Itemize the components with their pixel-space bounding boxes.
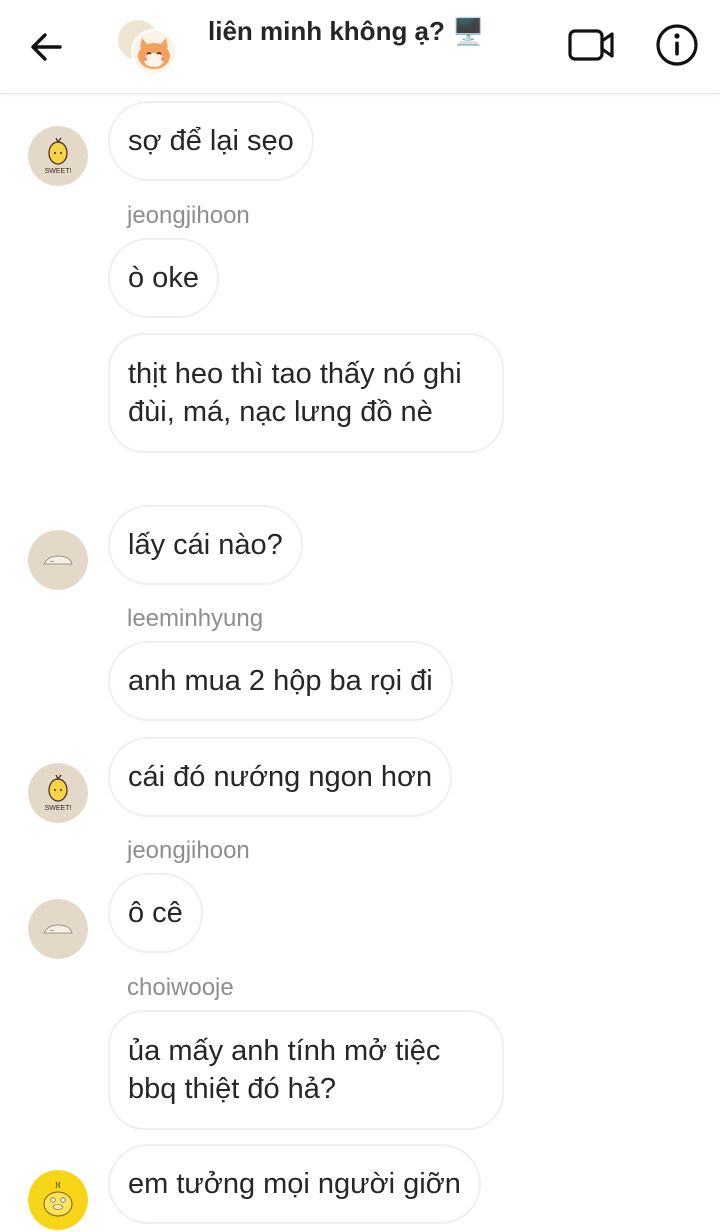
message-bubble[interactable]: anh mua 2 hộp ba rọi đi [108,641,453,721]
group-avatar[interactable] [114,14,178,78]
message-bubble[interactable]: sợ để lại sẹo [108,101,314,181]
chat-header: liên minh không ạ? 🖥️ [0,0,720,94]
message-text: lấy cái nào? [128,529,283,561]
info-button[interactable] [654,22,700,68]
arrow-left-icon [31,33,62,61]
message-bubble[interactable]: ò oke [108,238,219,318]
sweet-label: SWEET! [45,168,72,175]
avatar-sleeping-cat[interactable] [28,530,88,590]
avatar-yellow-duck[interactable] [28,1170,88,1230]
message-text: cái đó nướng ngon hơn [128,761,433,793]
message-bubble[interactable]: lấy cái nào? [108,505,303,585]
chat-title[interactable]: liên minh không ạ? 🖥️ [208,16,485,47]
message-text: thịt heo thì tao thấy nó ghi đùi, má, nạ… [128,358,462,428]
video-camera-icon [568,29,614,61]
message-text: ủa mấy anh tính mở tiệc bbq thiệt đó hả? [128,1035,441,1105]
message-bubble[interactable]: thịt heo thì tao thấy nó ghi đùi, má, nạ… [108,333,504,453]
video-call-button[interactable] [566,24,618,66]
sender-name: choiwooje [127,974,234,1001]
back-button[interactable] [26,26,68,68]
avatar-sweet-potato[interactable]: SWEET! [28,126,88,186]
message-bubble[interactable]: ủa mấy anh tính mở tiệc bbq thiệt đó hả? [108,1010,504,1130]
message-text: anh mua 2 hộp ba rọi đi [128,665,433,697]
message-text: sợ để lại sẹo [128,125,294,157]
message-bubble[interactable]: ô cê [108,873,203,953]
info-icon [656,24,698,66]
message-text: ô cê [128,897,183,929]
sender-name: leeminhyung [127,605,264,632]
sweet-label: SWEET! [45,805,72,812]
message-bubble[interactable]: em tưởng mọi người giỡn [108,1144,481,1224]
sender-name: jeongjihoon [127,837,250,864]
message-bubble[interactable]: cái đó nướng ngon hơn [108,737,453,817]
avatar-sweet-potato[interactable]: SWEET! [28,763,88,823]
sender-name: jeongjihoon [127,202,250,229]
avatar-sleeping-cat[interactable] [28,899,88,959]
message-text: ò oke [128,262,199,294]
message-text: em tưởng mọi người giỡn [128,1168,461,1200]
